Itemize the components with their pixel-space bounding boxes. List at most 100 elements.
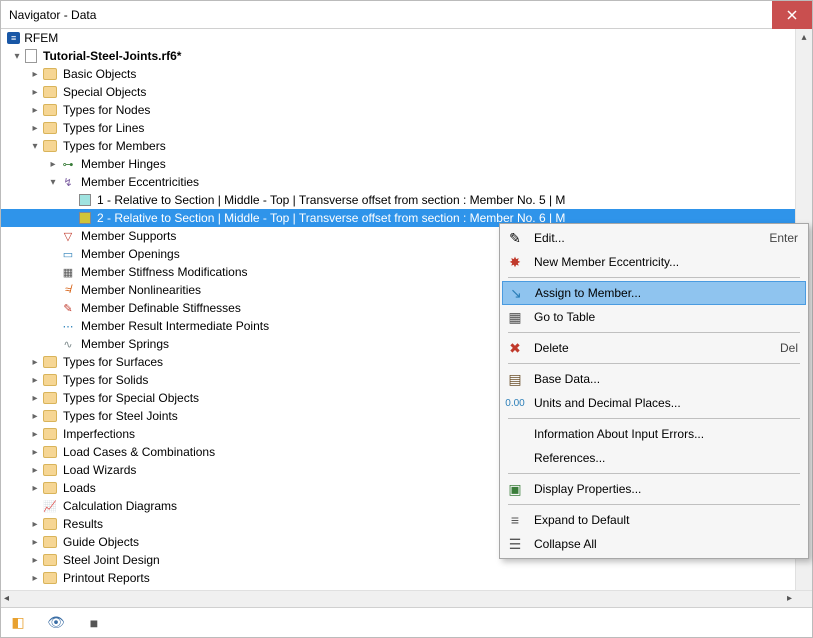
file-name: Tutorial-Steel-Joints.rf6* — [43, 49, 181, 63]
menu-separator — [508, 332, 800, 333]
menu-item-units[interactable]: 0.00 Units and Decimal Places... — [502, 391, 806, 415]
blank-icon — [506, 425, 524, 443]
menu-item-input-errors[interactable]: Information About Input Errors... — [502, 422, 806, 446]
menu-item-edit[interactable]: ✎ Edit... Enter — [502, 226, 806, 250]
folder-icon — [43, 446, 57, 458]
navigator-icon-button[interactable]: ◧ — [9, 615, 27, 631]
expander-closed-icon[interactable]: ▸ — [29, 104, 41, 116]
menu-separator — [508, 504, 800, 505]
collapse-icon: ☰ — [506, 535, 524, 553]
expander-closed-icon[interactable]: ▸ — [29, 572, 41, 584]
expander-closed-icon[interactable]: ▸ — [29, 86, 41, 98]
menu-separator — [508, 277, 800, 278]
folder-icon — [43, 518, 57, 530]
menu-item-collapse-all[interactable]: ☰ Collapse All — [502, 532, 806, 556]
base-data-icon: ▤ — [506, 370, 524, 388]
color-swatch-icon — [79, 194, 91, 206]
tree-item-printout-reports[interactable]: ▸ Printout Reports — [1, 569, 812, 587]
support-icon: ▽ — [61, 229, 75, 243]
folder-icon — [43, 536, 57, 548]
menu-item-base-data[interactable]: ▤ Base Data... — [502, 367, 806, 391]
expander-closed-icon[interactable]: ▸ — [47, 158, 59, 170]
folder-icon — [43, 356, 57, 368]
app-root-row[interactable]: ≡ RFEM — [1, 29, 812, 47]
horizontal-scrollbar[interactable]: ◂ ▸ — [1, 590, 812, 607]
folder-icon — [43, 482, 57, 494]
eye-icon-button[interactable]: 👁 — [47, 615, 65, 631]
folder-icon — [43, 104, 57, 116]
folder-icon — [43, 464, 57, 476]
new-icon: ✸ — [506, 253, 524, 271]
expander-closed-icon[interactable]: ▸ — [29, 356, 41, 368]
menu-item-go-to-table[interactable]: ▦ Go to Table — [502, 305, 806, 329]
menu-separator — [508, 473, 800, 474]
tree-item-special-objects[interactable]: ▸ Special Objects — [1, 83, 812, 101]
spring-icon: ∿ — [61, 337, 75, 351]
expander-closed-icon[interactable]: ▸ — [29, 68, 41, 80]
folder-icon — [43, 122, 57, 134]
scroll-right-icon[interactable]: ▸ — [787, 593, 792, 604]
menu-item-assign-to-member[interactable]: ↘ Assign to Member... — [502, 281, 806, 305]
tree-item-member-hinges[interactable]: ▸ ⊶ Member Hinges — [1, 155, 812, 173]
expander-closed-icon[interactable]: ▸ — [29, 446, 41, 458]
scroll-left-icon[interactable]: ◂ — [4, 593, 9, 604]
expander-closed-icon[interactable]: ▸ — [29, 410, 41, 422]
app-badge-icon: ≡ — [7, 32, 20, 44]
opening-icon: ▭ — [61, 247, 75, 261]
chart-icon: 📈 — [43, 499, 57, 513]
expander-closed-icon[interactable]: ▸ — [29, 518, 41, 530]
folder-icon — [43, 554, 57, 566]
folder-icon — [43, 68, 57, 80]
assign-icon: ↘ — [507, 284, 525, 302]
expander-open-icon[interactable]: ▾ — [29, 140, 41, 152]
expander-open-icon[interactable]: ▾ — [11, 50, 23, 62]
delete-icon: ✖ — [506, 339, 524, 357]
menu-item-references[interactable]: References... — [502, 446, 806, 470]
expander-open-icon[interactable]: ▾ — [47, 176, 59, 188]
edit-icon: ✎ — [506, 229, 524, 247]
tree-item-types-lines[interactable]: ▸ Types for Lines — [1, 119, 812, 137]
bottom-toolbar: ◧ 👁 ■ — [1, 607, 812, 637]
expander-closed-icon[interactable]: ▸ — [29, 428, 41, 440]
menu-item-expand-default[interactable]: ≡ Expand to Default — [502, 508, 806, 532]
expand-icon: ≡ — [506, 511, 524, 529]
table-icon: ▦ — [506, 308, 524, 326]
menu-item-delete[interactable]: ✖ Delete Del — [502, 336, 806, 360]
eccentricity-icon: ↯ — [61, 175, 75, 189]
expander-closed-icon[interactable]: ▸ — [29, 536, 41, 548]
camera-icon-button[interactable]: ■ — [85, 615, 103, 631]
scroll-up-icon[interactable]: ▴ — [801, 29, 806, 46]
nonlinearity-icon: ≉ — [61, 283, 75, 297]
titlebar: Navigator - Data — [1, 1, 812, 29]
definable-stiffness-icon: ✎ — [61, 301, 75, 315]
tree-item-ecc-1[interactable]: 1 - Relative to Section | Middle - Top |… — [1, 191, 812, 209]
file-icon — [25, 49, 37, 63]
expander-closed-icon[interactable]: ▸ — [29, 374, 41, 386]
tree-item-types-nodes[interactable]: ▸ Types for Nodes — [1, 101, 812, 119]
tree-item-member-eccentricities[interactable]: ▾ ↯ Member Eccentricities — [1, 173, 812, 191]
folder-icon — [43, 140, 57, 152]
folder-icon — [43, 428, 57, 440]
folder-icon — [43, 374, 57, 386]
menu-item-display-properties[interactable]: ▣ Display Properties... — [502, 477, 806, 501]
intermediate-points-icon: ⋯ — [61, 319, 75, 333]
expander-closed-icon[interactable]: ▸ — [29, 554, 41, 566]
expander-closed-icon[interactable]: ▸ — [29, 482, 41, 494]
folder-icon — [43, 86, 57, 98]
folder-icon — [43, 572, 57, 584]
tree-item-basic-objects[interactable]: ▸ Basic Objects — [1, 65, 812, 83]
menu-item-new-eccentricity[interactable]: ✸ New Member Eccentricity... — [502, 250, 806, 274]
expander-closed-icon[interactable]: ▸ — [29, 464, 41, 476]
app-name: RFEM — [24, 31, 58, 45]
expander-closed-icon[interactable]: ▸ — [29, 122, 41, 134]
units-icon: 0.00 — [506, 394, 524, 412]
close-icon — [787, 10, 797, 20]
file-row[interactable]: ▾ Tutorial-Steel-Joints.rf6* — [1, 47, 812, 65]
close-button[interactable] — [772, 1, 812, 29]
hinge-icon: ⊶ — [61, 157, 75, 171]
tree-item-types-members[interactable]: ▾ Types for Members — [1, 137, 812, 155]
window-title: Navigator - Data — [9, 8, 96, 22]
expander-closed-icon[interactable]: ▸ — [29, 392, 41, 404]
folder-icon — [43, 392, 57, 404]
blank-icon — [506, 449, 524, 467]
